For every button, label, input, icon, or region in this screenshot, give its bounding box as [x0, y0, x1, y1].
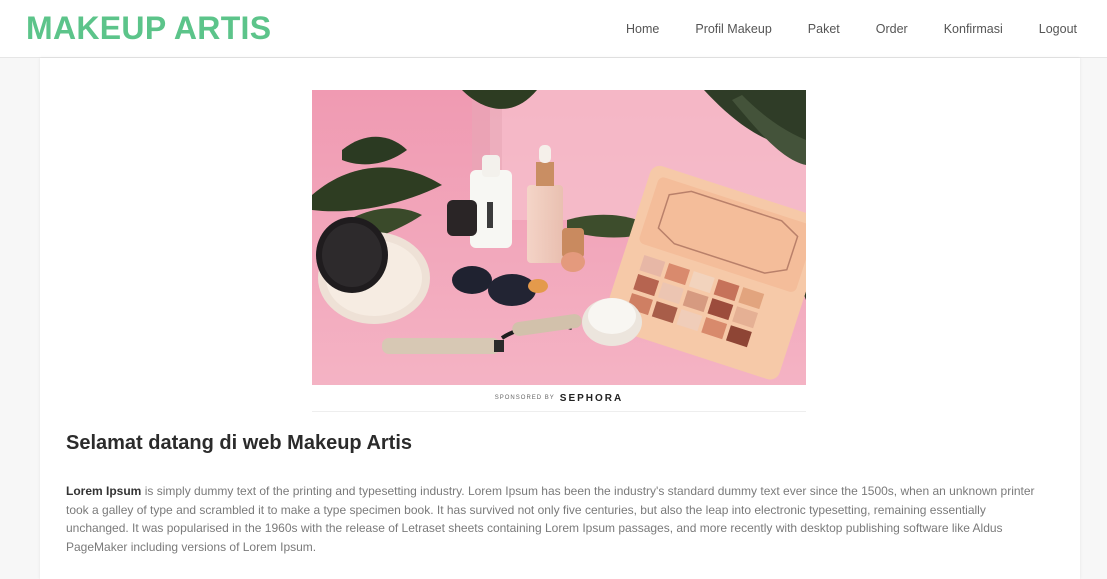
welcome-heading: Selamat datang di web Makeup Artis: [66, 432, 413, 454]
brand-logo[interactable]: MAKEUP ARTIS: [26, 10, 271, 47]
nav-order[interactable]: Order: [876, 22, 908, 36]
nav-konfirmasi[interactable]: Konfirmasi: [944, 22, 1003, 36]
intro-paragraph: Lorem Ipsum is simply dummy text of the …: [66, 482, 1044, 556]
sponsor-caption: SPONSORED BY SEPHORA: [312, 385, 806, 412]
sponsor-brand: SEPHORA: [559, 392, 624, 404]
sponsor-prefix: SPONSORED BY: [494, 395, 555, 401]
nav-logout[interactable]: Logout: [1039, 22, 1077, 36]
lead-text: Lorem Ipsum: [66, 484, 142, 498]
nav-home[interactable]: Home: [626, 22, 659, 36]
nav-paket[interactable]: Paket: [808, 22, 840, 36]
nav-profil-makeup[interactable]: Profil Makeup: [695, 22, 771, 36]
nav-menu: Home Profil Makeup Paket Order Konfirmas…: [626, 22, 1077, 36]
body-text: is simply dummy text of the printing and…: [66, 484, 1035, 554]
hero-image: [312, 90, 806, 385]
main-content: SPONSORED BY SEPHORA Selamat datang di w…: [40, 58, 1080, 579]
top-navbar: MAKEUP ARTIS Home Profil Makeup Paket Or…: [0, 0, 1107, 58]
